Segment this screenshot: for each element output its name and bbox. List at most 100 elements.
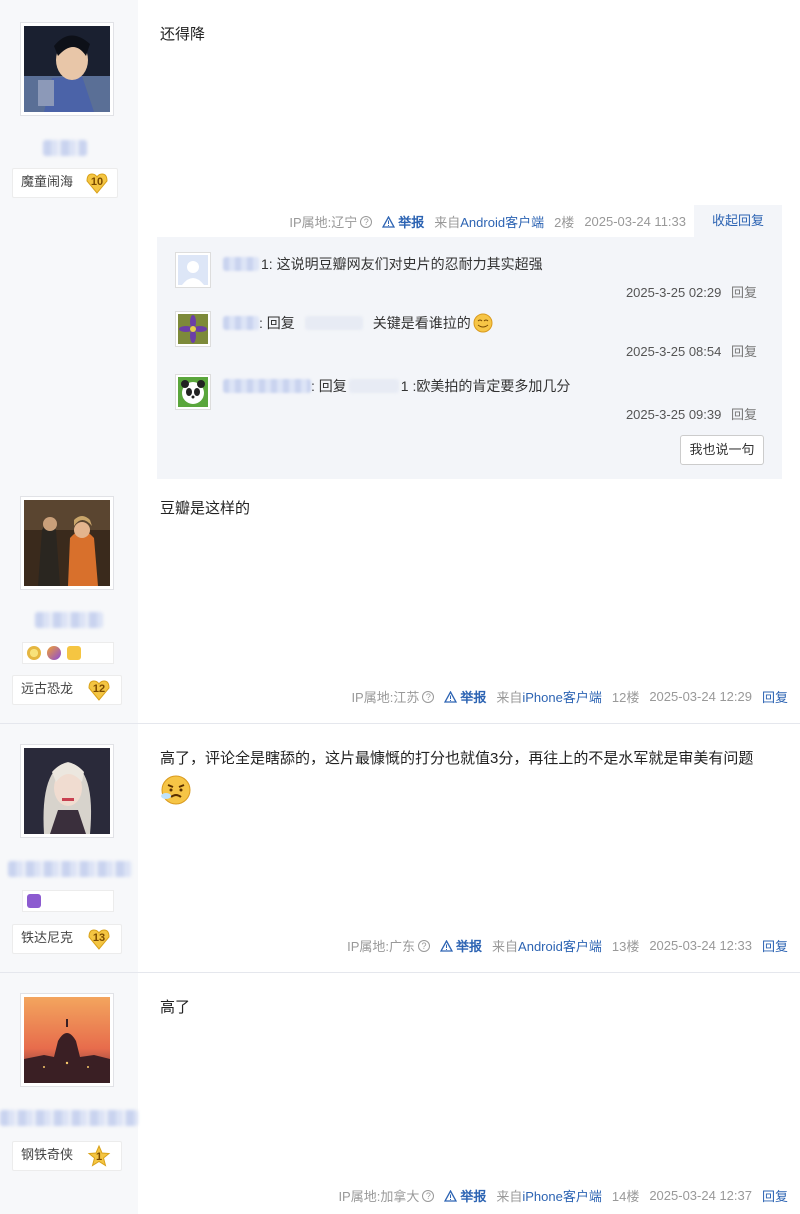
post-time: 2025-03-24 12:33	[649, 938, 752, 953]
avatar-image	[24, 26, 110, 112]
sub-reply-avatar[interactable]	[175, 374, 211, 410]
reply-button[interactable]: 回复	[762, 936, 788, 955]
help-circle-icon[interactable]: ?	[422, 1189, 435, 1202]
sub-reply-button[interactable]: 回复	[731, 285, 757, 300]
floor-number: 13楼	[611, 939, 640, 954]
sub-reply-time: 2025-3-25 02:29	[625, 285, 722, 300]
reply-button[interactable]: 回复	[762, 1186, 788, 1205]
post-tail: IP属地:广东 ? 举报 来自 Android客户端 13楼 2025-03-2…	[347, 936, 788, 955]
user-avatar[interactable]	[20, 744, 114, 838]
post-floor-14: 钢铁奇侠 1 高了 IP属地:加拿大 ? 举报 来自 iPhone客户端 14楼…	[0, 973, 800, 1214]
rank-title: 铁达尼克	[21, 931, 74, 946]
collapse-replies-button[interactable]: 收起回复	[694, 205, 782, 237]
post-content: 高了，评论全是瞎舔的，这片最慷慨的打分也就值3分，再往上的不是水军就是审美有问题	[160, 744, 790, 806]
rank-title: 魔童闹海	[21, 175, 74, 190]
cancer-zodiac-icon[interactable]	[27, 894, 41, 908]
level-heart-icon: 12	[87, 678, 111, 702]
rank-title: 钢铁奇侠	[21, 1148, 74, 1163]
client-link[interactable]: Android客户端	[518, 936, 602, 955]
level-number: 10	[90, 176, 104, 188]
avatar-image	[24, 997, 110, 1083]
honor-icons	[22, 890, 114, 912]
post-floor-13: 铁达尼克 13 高了，评论全是瞎舔的，这片最慷慨的打分也就值3分，再往上的不是水…	[0, 724, 800, 973]
sub-reply-meta: 2025-3-25 09:39 回复	[626, 404, 757, 423]
post-tail: IP属地:加拿大 ? 举报 来自 iPhone客户端 14楼 2025-03-2…	[338, 1186, 788, 1205]
rank-badge[interactable]: 魔童闹海 10	[12, 168, 118, 198]
sub-replies-panel: 1: 这说明豆瓣网友们对史片的忍耐力其实超强 2025-3-25 02:29 回…	[157, 237, 782, 479]
post-content: 豆瓣是这样的	[160, 500, 251, 517]
report-link[interactable]: 举报	[444, 687, 486, 706]
username-blurred[interactable]	[43, 140, 87, 156]
rank-badge[interactable]: 铁达尼克 13	[12, 924, 122, 954]
sun-icon[interactable]	[27, 646, 41, 660]
warning-triangle-icon	[382, 215, 396, 228]
client-link[interactable]: Android客户端	[460, 212, 544, 231]
honor-icons	[22, 642, 114, 664]
user-avatar[interactable]	[20, 22, 114, 116]
smile-emoji-icon	[473, 313, 493, 333]
post-floor-12: 远古恐龙 12 豆瓣是这样的 IP属地:江苏 ? 举报 来自 iPhone客户端…	[0, 487, 800, 724]
sub-reply-text: 1: 这说明豆瓣网友们对史片的忍耐力其实超强	[223, 252, 543, 276]
help-circle-icon[interactable]: ?	[418, 939, 431, 952]
flower-avatar-icon	[178, 314, 208, 344]
post-tail: IP属地:江苏 ? 举报 来自 iPhone客户端 12楼 2025-03-24…	[351, 687, 788, 706]
report-link[interactable]: 举报	[382, 212, 424, 231]
rank-badge[interactable]: 钢铁奇侠 1	[12, 1141, 122, 1171]
sub-reply-meta: 2025-3-25 02:29 回复	[626, 282, 757, 301]
sub-reply-meta: 2025-3-25 08:54 回复	[626, 341, 757, 360]
angry-emoji-icon	[161, 775, 191, 805]
report-link[interactable]: 举报	[444, 1186, 486, 1205]
level-heart-icon: 13	[87, 927, 111, 951]
sub-username-blurred[interactable]	[223, 379, 311, 393]
help-circle-icon[interactable]: ?	[360, 215, 373, 228]
post-tail: IP属地:辽宁 ? 举报 来自 Android客户端 2楼 2025-03-24…	[289, 212, 686, 231]
username-blurred[interactable]	[8, 861, 132, 877]
level-number: 12	[92, 683, 106, 695]
ip-location: IP属地:加拿大	[338, 1189, 420, 1204]
user-avatar[interactable]	[20, 993, 114, 1087]
cat-icon[interactable]	[67, 646, 81, 660]
level-heart-icon: 10	[85, 171, 109, 195]
sub-reply-avatar[interactable]	[175, 252, 211, 288]
report-link[interactable]: 举报	[440, 936, 482, 955]
floor-number: 14楼	[611, 1189, 640, 1204]
level-number: 1	[95, 1151, 103, 1163]
sub-reply-time: 2025-3-25 09:39	[625, 407, 722, 422]
sub-reply-text: : 回复 关键是看谁拉的	[223, 311, 493, 335]
post-content: 高了	[160, 999, 191, 1016]
from-prefix: 来自	[434, 215, 461, 230]
sub-reply-button[interactable]: 回复	[731, 344, 757, 359]
post-time: 2025-03-24 11:33	[584, 214, 686, 229]
client-link[interactable]: iPhone客户端	[522, 687, 601, 706]
reply-button[interactable]: 回复	[762, 687, 788, 706]
sub-username-blurred[interactable]	[223, 316, 259, 330]
planet-icon[interactable]	[47, 646, 61, 660]
ip-location: IP属地:广东	[347, 939, 416, 954]
post-time: 2025-03-24 12:37	[649, 1188, 752, 1203]
warning-triangle-icon	[444, 690, 458, 703]
sub-reply-time: 2025-3-25 08:54	[625, 344, 722, 359]
level-number: 13	[92, 932, 106, 944]
default-avatar-icon	[178, 255, 208, 285]
username-blurred[interactable]	[35, 612, 103, 628]
sub-reply-text: : 回复 1 :欧美拍的肯定要多加几分	[223, 374, 570, 398]
level-star-icon: 1	[87, 1144, 111, 1168]
post-time: 2025-03-24 12:29	[649, 689, 752, 704]
rank-badge[interactable]: 远古恐龙 12	[12, 675, 122, 705]
client-link[interactable]: iPhone客户端	[522, 1186, 601, 1205]
username-blurred[interactable]	[0, 1110, 138, 1126]
user-avatar[interactable]	[20, 496, 114, 590]
sub-reply-avatar[interactable]	[175, 311, 211, 347]
ip-location: IP属地:辽宁	[289, 215, 358, 230]
avatar-image	[24, 500, 110, 586]
reply-target-blurred[interactable]	[348, 379, 399, 393]
add-comment-button[interactable]: 我也说一句	[680, 435, 764, 465]
from-prefix: 来自	[496, 690, 523, 705]
sub-username-blurred[interactable]	[223, 257, 259, 271]
sub-reply-button[interactable]: 回复	[731, 407, 757, 422]
ip-location: IP属地:江苏	[351, 690, 420, 705]
from-prefix: 来自	[496, 1189, 523, 1204]
help-circle-icon[interactable]: ?	[422, 690, 435, 703]
reply-target-blurred[interactable]	[304, 316, 363, 330]
from-prefix: 来自	[492, 939, 519, 954]
